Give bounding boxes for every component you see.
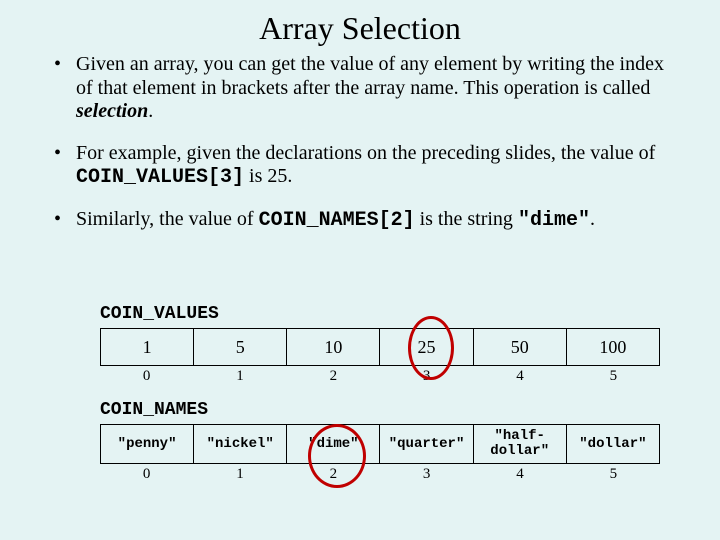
index-cell: 5 bbox=[567, 366, 660, 386]
index-cell: 4 bbox=[473, 464, 566, 484]
bullet-1-selection: selection bbox=[76, 100, 148, 122]
bullet-3-text-c: . bbox=[590, 208, 595, 230]
index-cell: 4 bbox=[473, 366, 566, 386]
bullet-2-text-b: is 25. bbox=[244, 165, 292, 187]
coin-values-table: 1 5 10 25 50 100 bbox=[100, 328, 660, 366]
index-cell: 0 bbox=[100, 366, 193, 386]
coin-names-cell: "half- dollar" bbox=[473, 425, 566, 464]
coin-values-cell: 25 bbox=[380, 329, 473, 366]
coin-values-indices: 0 1 2 3 4 5 bbox=[100, 366, 660, 386]
index-cell: 3 bbox=[380, 464, 473, 484]
bullet-3-text-b: is the string bbox=[415, 208, 518, 230]
coin-names-cell: "nickel" bbox=[194, 425, 287, 464]
coin-values-cell: 100 bbox=[566, 329, 659, 366]
coin-values-cell: 5 bbox=[194, 329, 287, 366]
bullet-2-text-a: For example, given the declarations on t… bbox=[76, 142, 655, 164]
coin-values-label: COIN_VALUES bbox=[100, 304, 670, 324]
index-cell: 1 bbox=[193, 464, 286, 484]
bullet-1-text-a: Given an array, you can get the value of… bbox=[76, 53, 664, 99]
bullet-3-text-a: Similarly, the value of bbox=[76, 208, 259, 230]
coin-names-table: "penny" "nickel" "dime" "quarter" "half-… bbox=[100, 424, 660, 464]
arrays-region: COIN_VALUES 1 5 10 25 50 100 0 1 2 3 4 5… bbox=[100, 304, 670, 498]
bullet-2-code: COIN_VALUES[3] bbox=[76, 166, 244, 189]
bullet-2: For example, given the declarations on t… bbox=[58, 142, 680, 190]
bullet-3-code: COIN_NAMES[2] bbox=[259, 209, 415, 232]
bullet-3-code2: "dime" bbox=[518, 209, 590, 232]
index-cell: 2 bbox=[287, 464, 380, 484]
coin-values-cell: 50 bbox=[473, 329, 566, 366]
page-title: Array Selection bbox=[0, 0, 720, 53]
coin-values-cell: 10 bbox=[287, 329, 380, 366]
bullet-1: Given an array, you can get the value of… bbox=[58, 53, 680, 124]
bullet-list: Given an array, you can get the value of… bbox=[0, 53, 720, 233]
index-cell: 5 bbox=[567, 464, 660, 484]
coin-names-cell: "quarter" bbox=[380, 425, 473, 464]
coin-names-label: COIN_NAMES bbox=[100, 400, 670, 420]
coin-names-cell: "dime" bbox=[287, 425, 380, 464]
index-cell: 2 bbox=[287, 366, 380, 386]
coin-names-indices: 0 1 2 3 4 5 bbox=[100, 464, 660, 484]
coin-names-cell: "dollar" bbox=[566, 425, 659, 464]
bullet-3: Similarly, the value of COIN_NAMES[2] is… bbox=[58, 208, 680, 233]
coin-values-cell: 1 bbox=[101, 329, 194, 366]
index-cell: 0 bbox=[100, 464, 193, 484]
coin-names-cell: "penny" bbox=[101, 425, 194, 464]
bullet-1-text-b: . bbox=[148, 100, 153, 122]
slide: Array Selection Given an array, you can … bbox=[0, 0, 720, 540]
index-cell: 3 bbox=[380, 366, 473, 386]
index-cell: 1 bbox=[193, 366, 286, 386]
